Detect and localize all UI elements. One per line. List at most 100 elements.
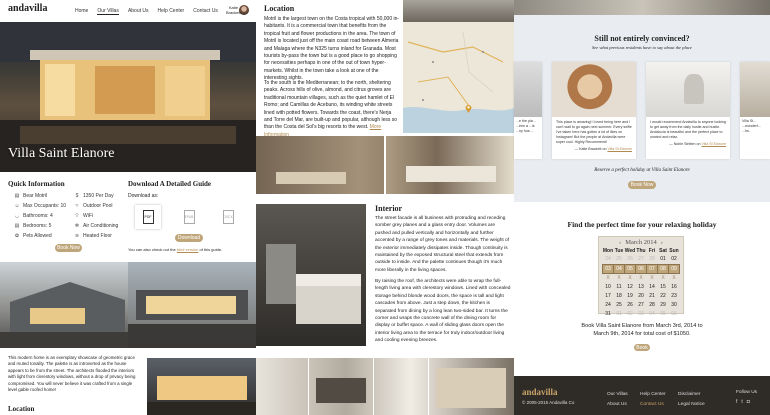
calendar-day[interactable]: 20 bbox=[636, 291, 647, 300]
map-pin-icon[interactable] bbox=[465, 104, 472, 113]
night-photo bbox=[147, 358, 256, 415]
calendar-day[interactable]: 01 bbox=[614, 309, 625, 318]
calendar-day[interactable]: 11 bbox=[614, 282, 625, 291]
wifi-icon: ⌔ bbox=[74, 213, 80, 219]
pdf-format-option[interactable]: PDF bbox=[135, 205, 161, 229]
calendar-day[interactable]: 08 bbox=[657, 263, 669, 274]
download-title: Download A Detailed Guide bbox=[128, 180, 212, 188]
nav-about-us[interactable]: About Us bbox=[128, 8, 149, 15]
calendar-day[interactable]: 27 bbox=[636, 255, 647, 264]
calendar-day[interactable]: 24 bbox=[603, 300, 614, 309]
hero-title: Villa Saint Elanore bbox=[8, 146, 115, 161]
testimonial-card-partial-left[interactable]: ...e the pla... ...een a ...is ...ny hus… bbox=[514, 62, 542, 159]
calendar-day[interactable]: 13 bbox=[636, 282, 647, 291]
calendar-day: X bbox=[617, 274, 621, 281]
nav-our-villas[interactable]: Our Villas bbox=[97, 8, 119, 15]
calendar-day[interactable]: 23 bbox=[669, 291, 680, 300]
instagram-icon[interactable]: ◘ bbox=[747, 399, 750, 405]
calendar-day[interactable]: 18 bbox=[614, 291, 625, 300]
user-name[interactable]: Katie Brackett bbox=[226, 5, 241, 15]
html-version-link[interactable]: html version bbox=[177, 247, 199, 252]
testimonial-villa-link[interactable]: Villa St Elanore bbox=[607, 147, 632, 151]
calendar-weekday: Sat bbox=[659, 247, 667, 254]
site-footer: andavilla © 2005-2015 Andavilla Co Our V… bbox=[514, 376, 770, 415]
docx-format-option[interactable]: DOCX bbox=[215, 205, 241, 229]
nav-help-center[interactable]: Help Center bbox=[158, 8, 185, 15]
calendar-day[interactable]: 06 bbox=[635, 263, 647, 274]
footer-logo[interactable]: andavilla bbox=[522, 387, 558, 397]
calendar-day[interactable]: 17 bbox=[603, 291, 614, 300]
calendar-day: X bbox=[672, 274, 676, 281]
calendar-day[interactable]: 29 bbox=[658, 300, 669, 309]
testimonials-book-now-button[interactable]: Book Now bbox=[628, 181, 656, 189]
quick-info-list: ▤ Bear Motril $1350 Per Day ☺ Max Occupant… bbox=[14, 191, 124, 241]
quick-info-item: ✿ Pets Allowed bbox=[14, 233, 52, 239]
footer-link-help-center[interactable]: Help Center bbox=[640, 390, 666, 400]
nav-contact-us[interactable]: Contact Us bbox=[193, 8, 218, 15]
calendar-day[interactable]: 25 bbox=[614, 255, 625, 264]
calendar-day[interactable]: 31 bbox=[603, 309, 614, 318]
footer-link-about-us[interactable]: About Us bbox=[607, 400, 628, 410]
calendar-day[interactable]: 15 bbox=[658, 282, 669, 291]
calendar-day[interactable]: 14 bbox=[647, 282, 658, 291]
calendar-day: X bbox=[606, 274, 610, 281]
testimonial-card[interactable]: I would recommend Andavilla to anyone lo… bbox=[646, 62, 730, 159]
calendar-day[interactable]: 19 bbox=[625, 291, 636, 300]
calendar-day[interactable]: 30 bbox=[669, 300, 680, 309]
calendar-day[interactable]: 26 bbox=[625, 255, 636, 264]
calendar-widget[interactable]: ‹ March 2014 › Mon Tue Wed Thu Fri Sat Sun 24 2… bbox=[598, 236, 684, 317]
calendar-day[interactable]: 16 bbox=[669, 282, 680, 291]
location-map[interactable] bbox=[403, 22, 514, 133]
calendar-day[interactable]: 05 bbox=[624, 263, 636, 274]
site-logo[interactable]: andavilla bbox=[8, 3, 47, 14]
calendar-day[interactable]: 25 bbox=[614, 300, 625, 309]
calendar-day[interactable]: 01 bbox=[658, 255, 669, 264]
calendar-day[interactable]: 05 bbox=[658, 309, 669, 318]
reserve-cta: Reserve a perfect holiday at Villa Saint… bbox=[594, 168, 690, 173]
calendar-weekday: Fri bbox=[648, 247, 656, 254]
calendar-day[interactable]: 28 bbox=[647, 255, 658, 264]
calendar-day[interactable]: 24 bbox=[603, 255, 614, 264]
testimonial-villa-link[interactable]: Villa St Elanore bbox=[701, 142, 726, 146]
testimonials-subtitle: See what previous residents have to say … bbox=[591, 45, 693, 50]
calendar-day[interactable]: 10 bbox=[603, 282, 614, 291]
calendar-day[interactable]: 22 bbox=[658, 291, 669, 300]
calendar-day[interactable]: 04 bbox=[647, 309, 658, 318]
calendar-day[interactable]: 12 bbox=[625, 282, 636, 291]
next-month-icon[interactable]: › bbox=[661, 239, 663, 246]
calendar-day: X bbox=[650, 274, 654, 281]
footer-link-legal-notice[interactable]: Legal Notice bbox=[678, 400, 705, 410]
footer-link-disclaimer[interactable]: Disclaimer bbox=[678, 390, 705, 400]
calendar-day[interactable]: 27 bbox=[636, 300, 647, 309]
twitter-icon[interactable]: t bbox=[741, 399, 742, 405]
footer-link-contact-us[interactable]: Contact Us bbox=[640, 400, 666, 410]
testimonial-card-partial-right[interactable]: Villa St... ...wonderf... ...hs. bbox=[740, 62, 770, 159]
exterior-photo-2 bbox=[128, 262, 256, 348]
people-icon: ☺ bbox=[14, 203, 20, 209]
facebook-icon[interactable]: f bbox=[736, 399, 737, 405]
calendar-day[interactable]: 26 bbox=[625, 300, 636, 309]
book-now-button[interactable]: Book Now bbox=[55, 244, 82, 252]
calendar-day[interactable]: 07 bbox=[646, 263, 658, 274]
calendar-day[interactable]: 03 bbox=[636, 309, 647, 318]
nav-home[interactable]: Home bbox=[75, 8, 88, 15]
download-subtitle: Download as: bbox=[128, 193, 159, 199]
calendar-day[interactable]: 02 bbox=[669, 255, 680, 264]
calendar-book-button[interactable]: Book bbox=[634, 344, 650, 351]
main-nav: Home Our Villas About Us Help Center Con… bbox=[75, 8, 218, 15]
pdf-file-icon: PDF bbox=[142, 210, 154, 224]
calendar-day[interactable]: 09 bbox=[668, 263, 680, 274]
calendar-day[interactable]: 21 bbox=[647, 291, 658, 300]
calendar-day[interactable]: 02 bbox=[625, 309, 636, 318]
calendar-day[interactable]: 28 bbox=[647, 300, 658, 309]
calendar-day[interactable]: 03 bbox=[602, 263, 614, 274]
calendar-day[interactable]: 04 bbox=[613, 263, 625, 274]
dollar-icon: $ bbox=[75, 193, 79, 199]
calendar-day[interactable]: 06 bbox=[669, 309, 680, 318]
epub-format-option[interactable]: EPUB bbox=[176, 205, 202, 229]
avatar[interactable] bbox=[239, 5, 249, 15]
prev-month-icon[interactable]: ‹ bbox=[619, 239, 621, 246]
testimonial-card[interactable]: This place is amazing! I loved being her… bbox=[552, 62, 636, 159]
footer-link-our-villas[interactable]: Our Villas bbox=[607, 390, 628, 400]
download-button[interactable]: Download bbox=[175, 234, 203, 242]
